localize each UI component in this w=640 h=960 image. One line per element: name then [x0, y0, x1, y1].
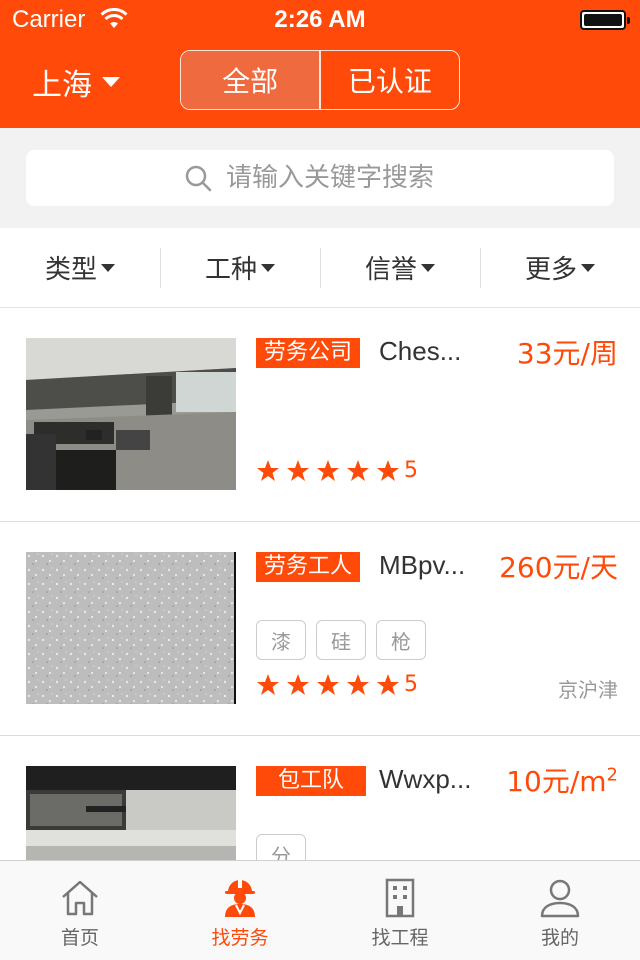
user-icon [540, 879, 580, 918]
tab-home[interactable]: 首页 [0, 861, 160, 960]
filter-label: 更多 [524, 255, 577, 285]
filter-reputation[interactable]: 信誉 [320, 228, 480, 307]
filter-label: 工种 [204, 255, 257, 285]
skill-tag: 枪 [376, 620, 426, 660]
building-icon [385, 878, 415, 918]
tab-profile[interactable]: 我的 [480, 861, 640, 960]
star-icon [377, 459, 399, 481]
star-icon [257, 673, 279, 695]
listing-name: MBpv... [379, 550, 466, 580]
tab-find-labor[interactable]: 找劳务 [160, 861, 320, 960]
star-icon [287, 673, 309, 695]
tab-bar: 首页 找劳务 找工程 我的 [0, 860, 640, 960]
city-selector[interactable]: 上海 [32, 60, 120, 104]
verification-segmented-control: 全部 已认证 [180, 50, 460, 110]
skill-tag: 分 [256, 834, 306, 860]
listing-photo-office [26, 338, 236, 490]
search-input[interactable] [226, 163, 456, 193]
tab-label: 我的 [540, 927, 579, 949]
search-icon [185, 165, 212, 192]
rating-score: 5 [404, 672, 418, 697]
worker-helmet-icon [225, 880, 255, 917]
filter-trade[interactable]: 工种 [160, 228, 320, 307]
skill-tags: 分 [256, 834, 306, 860]
listing-type-badge: 劳务工人 [256, 552, 361, 582]
listing-price-superscript: 2 [606, 764, 618, 786]
listing-photo-texture [26, 552, 236, 704]
tab-find-project[interactable]: 找工程 [320, 861, 480, 960]
listing-type-badge: 包工队 [256, 766, 367, 796]
filter-label: 类型 [44, 255, 97, 285]
listing-list: 劳务公司 Ches... 33元/周 5 劳务工人 MBpv... 260元/天… [0, 308, 640, 860]
tab-label: 首页 [60, 927, 99, 949]
star-icon [347, 459, 369, 481]
skill-tag: 硅 [316, 620, 366, 660]
city-label: 上海 [32, 68, 92, 103]
search-box[interactable] [26, 150, 614, 206]
chevron-down-icon [102, 77, 120, 87]
listing-price-value: 10元/m [506, 765, 607, 798]
status-bar: Carrier 2:26 AM [0, 0, 640, 40]
star-icon [257, 459, 279, 481]
listing-name: Ches... [379, 336, 462, 366]
star-icon [317, 673, 339, 695]
skill-tag: 漆 [256, 620, 306, 660]
caret-down-icon [581, 263, 595, 272]
rating-score: 5 [404, 458, 418, 483]
star-icon [317, 459, 339, 481]
star-icon [287, 459, 309, 481]
service-area: 京沪津 [558, 678, 618, 702]
star-icon [347, 673, 369, 695]
segment-verified[interactable]: 已认证 [321, 51, 459, 109]
listing-price: 33元/周 [516, 337, 618, 370]
battery-icon [580, 10, 630, 30]
filter-label: 信誉 [364, 255, 417, 285]
filter-more[interactable]: 更多 [480, 228, 640, 307]
listing-photo-room [26, 766, 236, 860]
filter-bar: 类型 工种 信誉 更多 [0, 228, 640, 308]
skill-tags: 漆 硅 枪 [256, 620, 426, 660]
listing-price: 10元/m2 [506, 760, 618, 800]
search-area [0, 128, 640, 228]
listing-item[interactable]: 劳务工人 MBpv... 260元/天 漆 硅 枪 5 京沪津 [0, 522, 640, 736]
tab-label: 找工程 [371, 927, 429, 949]
rating-stars: 5 [256, 672, 418, 697]
rating-stars: 5 [256, 458, 418, 483]
caret-down-icon [101, 263, 115, 272]
header-bar: Carrier 2:26 AM 上海 全部 已认证 [0, 0, 640, 128]
home-icon [62, 880, 98, 916]
filter-type[interactable]: 类型 [0, 228, 160, 307]
tab-label: 找劳务 [211, 927, 269, 949]
clock: 2:26 AM [274, 6, 366, 33]
star-icon [377, 673, 399, 695]
listing-name: Wwxp... [379, 764, 472, 794]
listing-price: 260元/天 [499, 551, 618, 584]
caret-down-icon [421, 263, 435, 272]
listing-item[interactable]: 劳务公司 Ches... 33元/周 5 [0, 308, 640, 522]
segment-all[interactable]: 全部 [181, 51, 320, 109]
listing-type-badge: 劳务公司 [256, 338, 361, 368]
caret-down-icon [261, 263, 275, 272]
listing-item[interactable]: 包工队 Wwxp... 10元/m2 分 [0, 736, 640, 860]
